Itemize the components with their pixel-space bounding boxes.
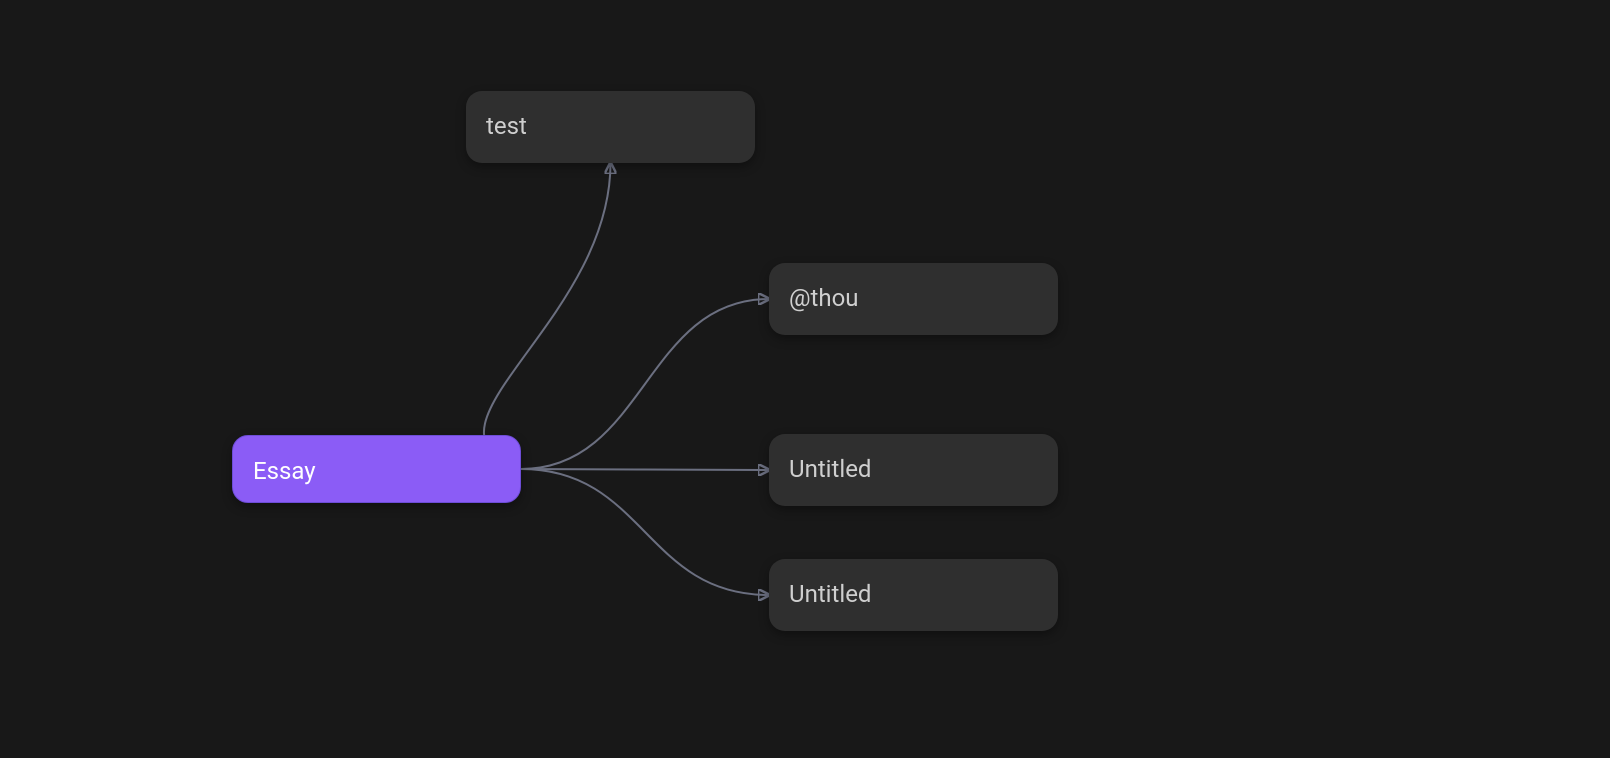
edge-to-untitled1 <box>521 469 769 470</box>
node-label: @thou <box>789 284 859 312</box>
node-untitled1[interactable]: Untitled <box>769 434 1058 506</box>
node-untitled2[interactable]: Untitled <box>769 559 1058 631</box>
edge-to-thou <box>521 299 769 469</box>
edges-layer <box>0 0 1610 758</box>
node-label: Untitled <box>789 580 871 608</box>
node-label: test <box>486 112 527 140</box>
node-test[interactable]: test <box>466 91 755 163</box>
node-label: Untitled <box>789 455 871 483</box>
node-essay[interactable]: Essay <box>232 435 521 503</box>
node-thou[interactable]: @thou <box>769 263 1058 335</box>
mindmap-canvas[interactable]: Essay test @thou Untitled Untitled <box>0 0 1610 758</box>
edge-to-test <box>484 163 611 469</box>
edge-to-untitled2 <box>521 469 769 595</box>
node-label: Essay <box>253 457 316 485</box>
